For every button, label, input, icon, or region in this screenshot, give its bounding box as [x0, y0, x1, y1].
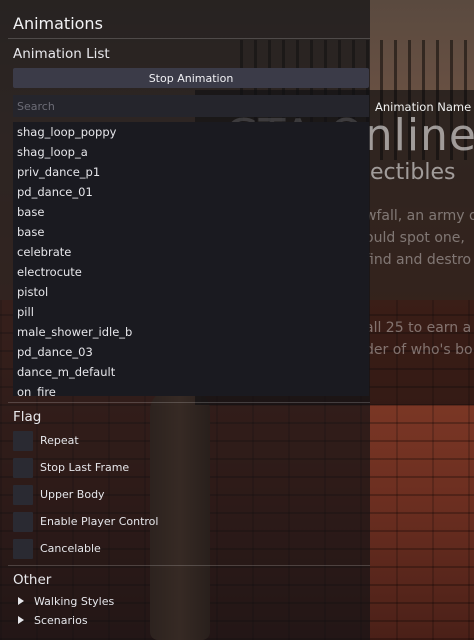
animation-name-column-header: Animation Name [375, 100, 472, 114]
enable-player-control-checkbox[interactable] [13, 512, 33, 532]
article-line: find and destro [365, 252, 472, 268]
flag-enable-player-control[interactable]: Enable Player Control [13, 512, 213, 532]
chevron-right-icon[interactable] [18, 597, 24, 605]
cancelable-checkbox[interactable] [13, 539, 33, 559]
flag-label: Cancelable [40, 542, 101, 555]
tree-item-label: Scenarios [34, 614, 88, 627]
flag-stop-last-frame[interactable]: Stop Last Frame [13, 458, 213, 478]
stop-animation-button[interactable]: Stop Animation [13, 68, 369, 88]
chevron-right-icon[interactable] [18, 616, 24, 624]
list-item[interactable]: shag_loop_a [13, 142, 369, 162]
divider [8, 38, 370, 39]
list-item[interactable]: base [13, 202, 369, 222]
flag-label: Stop Last Frame [40, 461, 130, 474]
flag-label: Enable Player Control [40, 515, 159, 528]
list-item[interactable]: base [13, 222, 369, 242]
flag-label: Upper Body [40, 488, 105, 501]
panel-title: Animations [13, 14, 103, 33]
list-item[interactable]: shag_loop_poppy [13, 122, 369, 142]
list-item[interactable]: celebrate [13, 242, 369, 262]
list-item[interactable]: priv_dance_p1 [13, 162, 369, 182]
article-line: ould spot one, [365, 230, 465, 246]
article-line: der of who's bo [365, 342, 473, 358]
divider [8, 402, 370, 403]
list-item[interactable]: pill [13, 302, 369, 322]
upper-body-checkbox[interactable] [13, 485, 33, 505]
flag-cancelable[interactable]: Cancelable [13, 539, 213, 559]
list-item[interactable]: dance_m_default [13, 362, 369, 382]
animations-panel: Animations Animation List Stop Animation… [0, 0, 370, 640]
list-item[interactable]: male_shower_idle_b [13, 322, 369, 342]
repeat-checkbox[interactable] [13, 431, 33, 451]
other-section-title: Other [13, 572, 52, 588]
list-item[interactable]: pistol [13, 282, 369, 302]
list-item[interactable]: electrocute [13, 262, 369, 282]
flag-section-title: Flag [13, 409, 42, 425]
animation-list-title: Animation List [13, 46, 110, 62]
list-item[interactable]: on_fire [13, 382, 369, 396]
article-subtitle: ectibles [370, 160, 456, 185]
flag-repeat[interactable]: Repeat [13, 431, 213, 451]
list-item[interactable]: pd_dance_01 [13, 182, 369, 202]
article-line: wfall, an army of [365, 208, 474, 224]
flag-label: Repeat [40, 434, 79, 447]
animation-list[interactable]: shag_loop_poppy shag_loop_a priv_dance_p… [13, 122, 369, 396]
tree-item-label: Walking Styles [34, 595, 115, 608]
search-input[interactable] [13, 95, 369, 117]
stop-last-frame-checkbox[interactable] [13, 458, 33, 478]
article-line: all 25 to earn a [365, 320, 472, 336]
list-item[interactable]: pd_dance_03 [13, 342, 369, 362]
divider [8, 565, 370, 566]
flag-upper-body[interactable]: Upper Body [13, 485, 213, 505]
